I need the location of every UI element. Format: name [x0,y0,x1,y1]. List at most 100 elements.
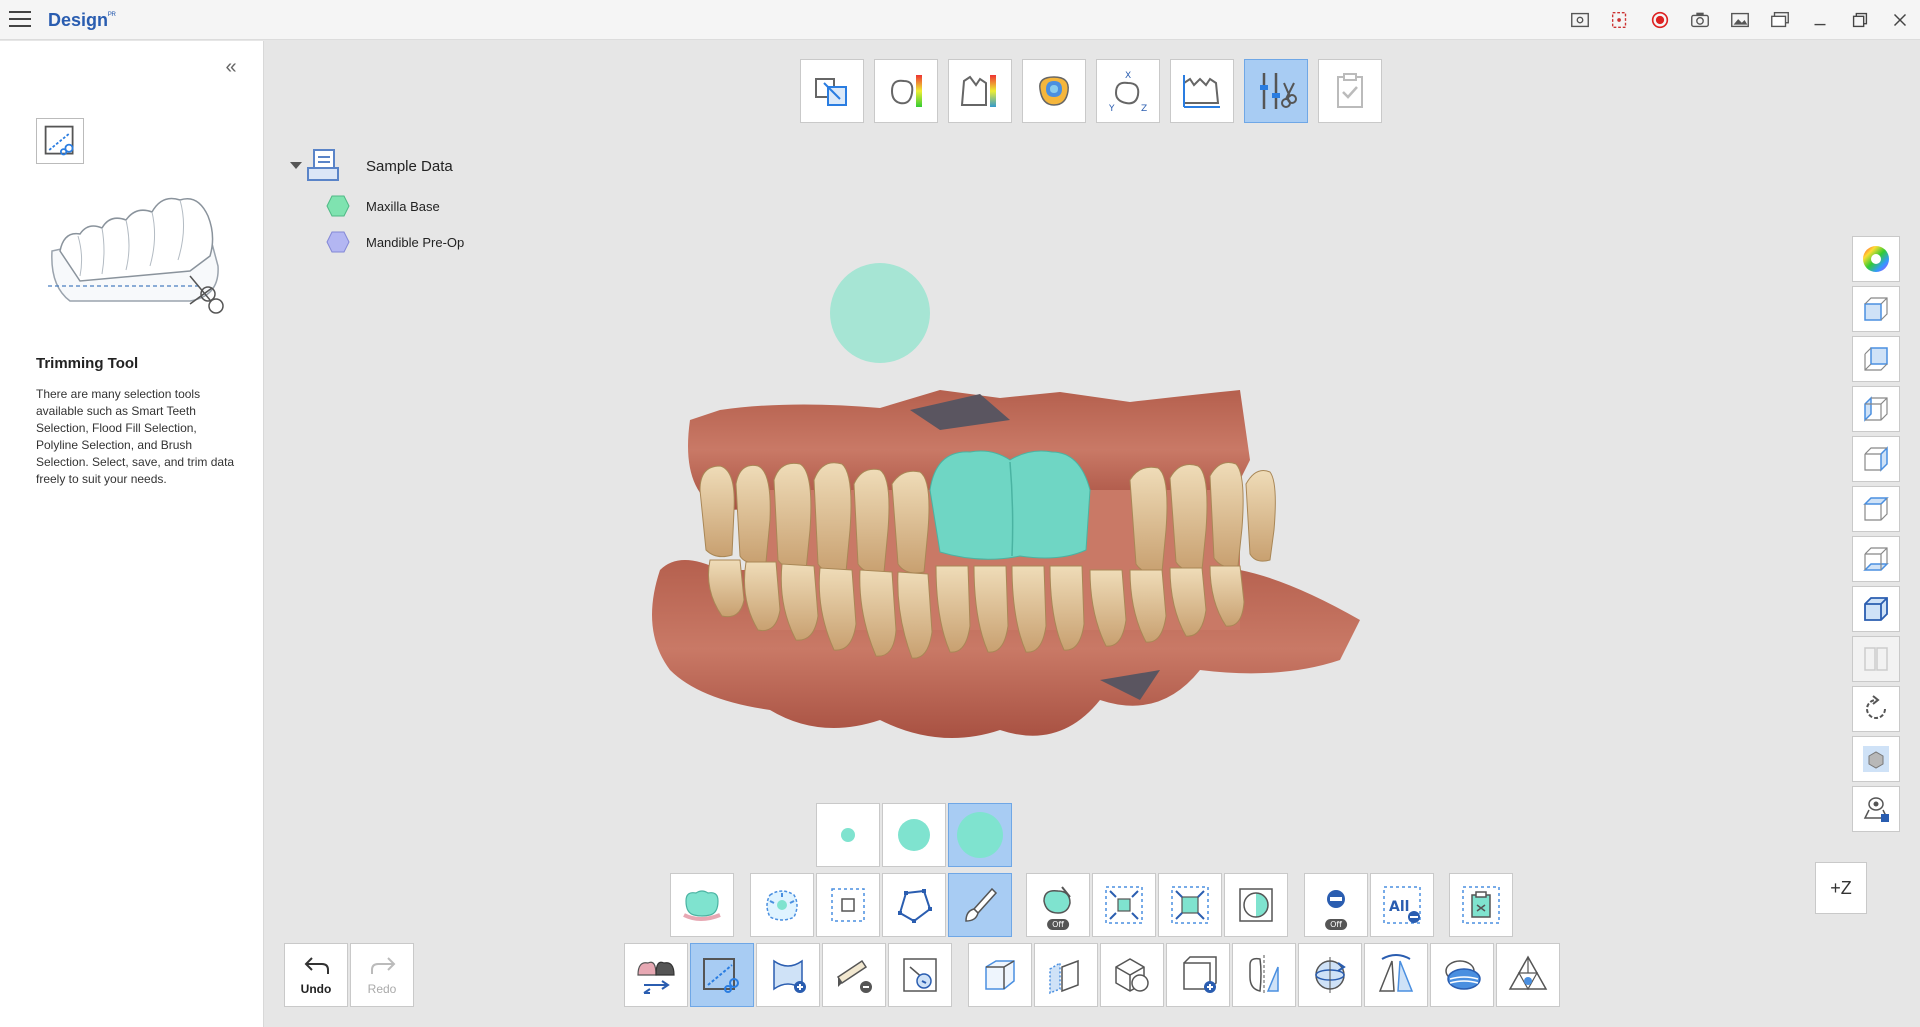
trim-selection-mode-button[interactable] [690,943,754,1007]
view-right-button[interactable] [1852,436,1900,482]
cube-back-icon [1864,347,1888,371]
brush-selection-button[interactable] [948,873,1012,937]
close-icon[interactable] [1880,0,1920,40]
brush-size-small-button[interactable] [816,803,880,867]
tree-root-sample-data[interactable]: Sample Data [290,148,510,184]
dental-scan-3d-model[interactable] [640,380,1380,760]
reset-view-button[interactable] [1852,686,1900,732]
brush-size-large-button[interactable] [948,803,1012,867]
trimming-illustration [48,197,224,314]
svg-text:X: X [1125,71,1131,81]
brush-cursor-preview [830,263,930,363]
view-iso-button[interactable] [1852,586,1900,632]
erase-data-button[interactable] [822,943,886,1007]
window-controls [1560,0,1920,40]
tree-item-maxilla-base[interactable]: Maxilla Base [326,194,546,218]
tree-root-label: Sample Data [366,158,453,175]
brush-size-selector [816,803,1012,867]
redo-label: Redo [367,982,397,996]
view-box-button[interactable] [968,943,1032,1007]
capture-settings-icon[interactable] [1560,0,1600,40]
scanner-icon [1863,797,1889,822]
clipboard-selection-button[interactable] [1449,873,1513,937]
cube-bottom-icon [1863,547,1889,571]
view-back-button[interactable] [1852,336,1900,382]
scanner-settings-button[interactable] [1852,786,1900,832]
axis-alignment-tool-button[interactable]: X Y Z [1096,59,1160,123]
occlusion-analysis-tool-button[interactable] [1022,59,1086,123]
image-gallery-icon[interactable] [1720,0,1760,40]
screen-record-area-icon[interactable] [1600,0,1640,40]
align-data-tool-button[interactable] [800,59,864,123]
thickness-analysis-tool-button[interactable] [874,59,938,123]
expand-selection-button[interactable] [1158,873,1222,937]
rotate-reset-icon [1866,695,1886,719]
shrink-selection-button[interactable] [1092,873,1156,937]
minimize-icon[interactable] [1800,0,1840,40]
mandible-visibility-hex-icon[interactable] [326,231,350,253]
axis-view-button[interactable]: +Z [1815,862,1867,914]
record-icon[interactable] [1640,0,1680,40]
cube-left-icon [1864,396,1888,422]
view-bottom-button[interactable] [1852,536,1900,582]
rotate-sphere-button[interactable] [1298,943,1362,1007]
color-wheel-icon [1863,246,1889,272]
collapse-panel-button[interactable]: « [220,57,242,79]
redo-button[interactable]: Redo [350,943,414,1007]
menu-icon[interactable] [9,11,31,29]
deselect-toggle-button[interactable]: Off [1304,873,1368,937]
deselect-all-button[interactable]: All [1370,873,1434,937]
redo-icon [371,957,396,974]
rectangle-selection-button[interactable] [816,873,880,937]
fill-holes-button[interactable] [756,943,820,1007]
split-view-icon [1864,647,1888,671]
polyline-selection-button[interactable] [882,873,946,937]
all-label: All [1389,899,1409,915]
flood-fill-selection-button[interactable] [750,873,814,937]
clipping-plane-button[interactable] [1034,943,1098,1007]
app-title: Design [48,10,109,30]
maxilla-visibility-hex-icon[interactable] [326,195,350,217]
main-toolbar: X Y Z [800,59,1382,123]
expand-caret-icon[interactable] [290,162,302,169]
camera-icon[interactable] [1680,0,1720,40]
solid-mesh-button[interactable] [1100,943,1164,1007]
cube-front-icon [1864,297,1888,321]
mirror-tool-button[interactable] [1232,943,1296,1007]
mesh-refinement-button[interactable] [1496,943,1560,1007]
view-left-button[interactable] [1852,386,1900,432]
smart-teeth-selection-button[interactable] [670,873,734,937]
finish-checklist-button[interactable] [1318,59,1382,123]
undo-label: Undo [300,982,332,996]
tree-item-mandible-pre-op[interactable]: Mandible Pre-Op [326,230,546,254]
undercut-fill-toggle-button[interactable]: Off [1026,873,1090,937]
tool-info-panel: « Trimming Tool There are many selection… [0,41,264,1027]
dataset-icon [307,149,339,181]
view-top-button[interactable] [1852,486,1900,532]
cross-section-tool-button[interactable] [1170,59,1234,123]
trim-tool-thumbnail-icon [36,118,84,164]
smoothing-button[interactable] [1430,943,1494,1007]
tool-description: There are many selection tools available… [36,387,235,486]
color-wheel-button[interactable] [1852,236,1900,282]
restore-icon[interactable] [1840,0,1880,40]
cube-right-icon [1864,446,1888,472]
svg-text:Y: Y [1108,104,1115,113]
undo-button[interactable]: Undo [284,943,348,1007]
deviation-map-tool-button[interactable] [948,59,1012,123]
multi-window-icon[interactable] [1760,0,1800,40]
region-edit-button[interactable] [888,943,952,1007]
switch-jaw-button[interactable] [624,943,688,1007]
view-front-button[interactable] [1852,286,1900,332]
brush-size-medium-button[interactable] [882,803,946,867]
undo-icon [304,957,329,974]
cube-iso-icon [1864,597,1888,621]
trim-tool-button[interactable] [1244,59,1308,123]
split-view-button[interactable] [1852,636,1900,682]
off-toggle-tag: Off [1047,919,1069,930]
transparency-button[interactable] [1852,736,1900,782]
tool-title: Trimming Tool [36,355,139,372]
add-boundary-box-button[interactable] [1166,943,1230,1007]
invert-selection-button[interactable] [1224,873,1288,937]
occlusal-plane-button[interactable] [1364,943,1428,1007]
